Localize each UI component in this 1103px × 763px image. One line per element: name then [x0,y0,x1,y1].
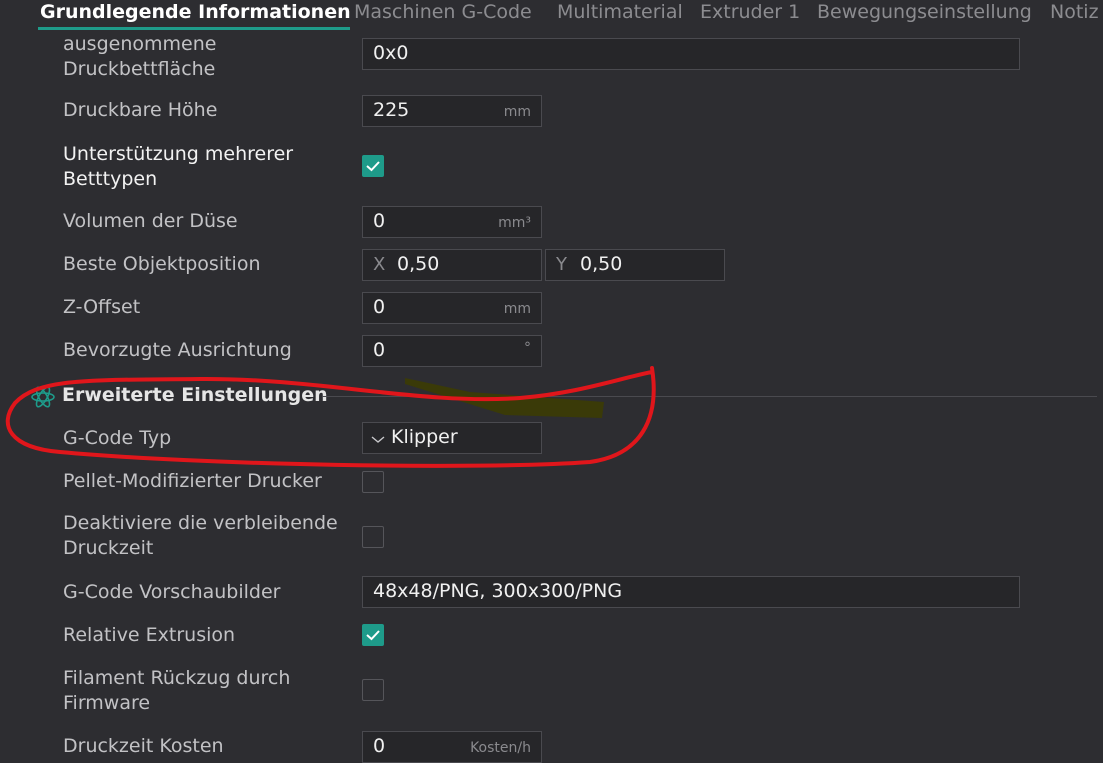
z-offset-value: 0 [373,296,386,318]
time-cost-value: 0 [373,735,386,757]
orientation-input[interactable]: 0 ° [362,335,542,367]
best-position-y-input[interactable]: Y 0,50 [545,249,725,281]
chevron-down-icon [371,436,385,443]
printable-height-label: Druckbare Höhe [63,99,218,121]
orientation-unit: ° [524,340,531,356]
relative-extrusion-label: Relative Extrusion [63,624,236,646]
orientation-label: Bevorzugte Ausrichtung [63,339,292,361]
time-cost-label: Druckzeit Kosten [63,735,224,757]
tab-bar: Grundlegende Informationen Maschinen G-C… [0,0,1103,30]
z-offset-input[interactable]: 0 mm [362,292,542,324]
checkmark-icon [366,161,380,172]
gcode-type-value: Klipper [391,426,458,448]
active-tab-indicator [38,27,350,30]
orientation-value: 0 [373,339,386,361]
tab-notes[interactable]: Notiz [1050,0,1099,24]
firmware-retraction-label: Filament Rückzug durch Firmware [63,667,291,714]
relative-extrusion-checkbox[interactable] [362,624,384,646]
atom-icon [31,386,55,408]
pellet-checkbox[interactable] [362,471,384,493]
z-offset-label: Z-Offset [63,296,141,318]
best-position-x-value: 0,50 [397,253,440,275]
printable-height-input[interactable]: 225 mm [362,95,542,127]
disable-remaining-label: Deaktiviere die verbleibende Druckzeit [63,512,338,559]
excluded-bed-label: ausgenommene Druckbettfläche [63,33,217,80]
checkmark-icon [366,630,380,641]
disable-remaining-checkbox[interactable] [362,526,384,548]
thumbnails-input[interactable]: 48x48/PNG, 300x300/PNG [362,576,1020,608]
pellet-label: Pellet-Modifizierter Drucker [63,470,322,492]
z-offset-unit: mm [503,301,531,317]
firmware-retraction-checkbox[interactable] [362,679,384,701]
best-position-x-input[interactable]: X 0,50 [362,249,542,281]
printable-height-value: 225 [373,99,410,121]
tab-basic-info[interactable]: Grundlegende Informationen [40,0,351,24]
time-cost-input[interactable]: 0 Kosten/h [362,731,542,763]
best-position-y-value: 0,50 [580,253,623,275]
multi-bed-checkbox[interactable] [362,155,384,177]
gcode-type-label: G-Code Typ [63,427,172,449]
multi-bed-label: Unterstützung mehrerer Betttypen [63,143,294,190]
highlight-mark [405,378,604,418]
printable-height-unit: mm [503,104,531,120]
time-cost-unit: Kosten/h [470,740,531,756]
gcode-type-select[interactable]: Klipper [362,422,542,454]
y-axis-label: Y [556,254,567,275]
section-divider [322,396,1097,397]
tab-extruder-1[interactable]: Extruder 1 [700,0,800,24]
nozzle-volume-input[interactable]: 0 mm³ [362,206,542,238]
excluded-bed-value: 0x0 [373,42,409,64]
best-position-label: Beste Objektposition [63,253,261,275]
x-axis-label: X [373,254,386,275]
thumbnails-label: G-Code Vorschaubilder [63,581,281,603]
nozzle-volume-value: 0 [373,210,386,232]
tab-multimaterial[interactable]: Multimaterial [557,0,683,24]
advanced-settings-title: Erweiterte Einstellungen [62,384,328,406]
tab-motion-settings[interactable]: Bewegungseinstellung [817,0,1032,24]
excluded-bed-input[interactable]: 0x0 [362,38,1020,70]
thumbnails-value: 48x48/PNG, 300x300/PNG [373,580,623,602]
nozzle-volume-label: Volumen der Düse [63,210,238,232]
nozzle-volume-unit: mm³ [498,215,531,231]
tab-machine-gcode[interactable]: Maschinen G-Code [354,0,532,24]
